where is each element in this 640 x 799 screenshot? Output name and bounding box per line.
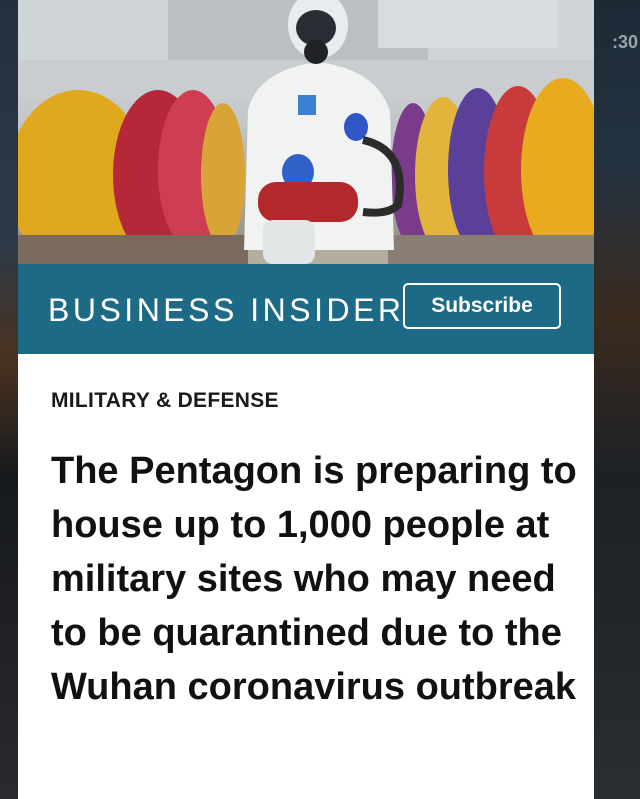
business-insider-masthead: BUSINESS INSIDER Subscribe <box>18 264 594 354</box>
background-clock-text: :30 <box>611 32 638 52</box>
blurred-background-right <box>594 0 640 799</box>
disinfection-worker-illustration <box>18 0 594 264</box>
brand-logo[interactable]: BUSINESS INSIDER <box>48 292 405 329</box>
blurred-background-left <box>0 0 18 799</box>
article-category[interactable]: MILITARY & DEFENSE <box>51 389 279 413</box>
article-headline[interactable]: The Pentagon is preparing to house up to… <box>51 444 581 714</box>
article-card[interactable]: BUSINESS INSIDER Subscribe MILITARY & DE… <box>18 0 594 799</box>
subscribe-button[interactable]: Subscribe <box>403 283 561 329</box>
hero-photo[interactable] <box>18 0 594 264</box>
